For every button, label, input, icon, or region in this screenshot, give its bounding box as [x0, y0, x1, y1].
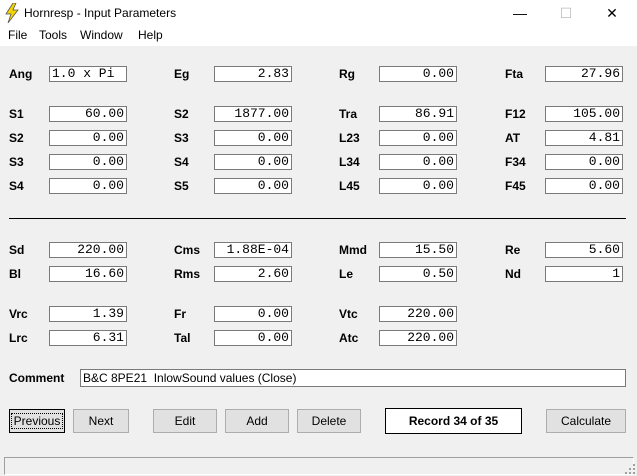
field-fta[interactable]: 27.96	[545, 66, 623, 82]
lightning-bolt-icon	[5, 3, 19, 23]
window-title: Hornresp - Input Parameters	[24, 6, 177, 20]
label-sd: Sd	[9, 243, 25, 257]
field-f45[interactable]: 0.00	[545, 178, 623, 194]
label-tra: Tra	[339, 107, 358, 121]
previous-button-label: Previous	[10, 413, 64, 429]
label-vtc: Vtc	[339, 307, 358, 321]
label-l45: L45	[339, 179, 360, 193]
add-button-label: Add	[246, 414, 268, 428]
calculate-button-label: Calculate	[560, 414, 612, 428]
field-s4[interactable]: 0.00	[214, 154, 292, 170]
maximize-button[interactable]: ☐	[543, 0, 589, 26]
delete-button-label: Delete	[311, 414, 347, 428]
menu-help[interactable]: Help	[138, 28, 163, 42]
label-l23: L23	[339, 131, 360, 145]
field-le[interactable]: 0.50	[379, 266, 457, 282]
field-eg[interactable]: 2.83	[214, 66, 292, 82]
field-tra[interactable]: 86.91	[379, 106, 457, 122]
field-l45[interactable]: 0.00	[379, 178, 457, 194]
field-at[interactable]: 4.81	[545, 130, 623, 146]
field-f34[interactable]: 0.00	[545, 154, 623, 170]
menu-window[interactable]: Window	[80, 28, 123, 42]
field-s2[interactable]: 1877.00	[214, 106, 292, 122]
label-s2: S2	[174, 107, 189, 121]
label-l34: L34	[339, 155, 360, 169]
field-l34[interactable]: 0.00	[379, 154, 457, 170]
delete-button[interactable]: Delete	[297, 409, 361, 433]
status-panel	[4, 457, 634, 475]
add-button[interactable]: Add	[225, 409, 289, 433]
field-rms[interactable]: 2.60	[214, 266, 292, 282]
field-f12[interactable]: 105.00	[545, 106, 623, 122]
label-atc: Atc	[339, 331, 359, 345]
title-bar: Hornresp - Input Parameters — ☐ ✕	[0, 0, 637, 26]
label-s4: S4	[174, 155, 189, 169]
label-tal: Tal	[174, 331, 191, 345]
field-tal[interactable]: 0.00	[214, 330, 292, 346]
menu-tools[interactable]: Tools	[39, 28, 67, 42]
label-s5: S5	[174, 179, 189, 193]
divider	[9, 218, 626, 219]
field-ang[interactable]: 1.0 x Pi	[49, 66, 127, 82]
field-s5[interactable]: 0.00	[214, 178, 292, 194]
next-button[interactable]: Next	[73, 409, 129, 433]
field-lrc[interactable]: 6.31	[49, 330, 127, 346]
label-f34: F34	[505, 155, 526, 169]
menu-file[interactable]: File	[8, 28, 27, 42]
field-nd[interactable]: 1	[545, 266, 623, 282]
menu-bar: File Tools Window Help	[0, 26, 637, 46]
label-fta: Fta	[505, 67, 523, 81]
close-button[interactable]: ✕	[589, 0, 635, 26]
label-lrc: Lrc	[9, 331, 28, 345]
label-rg: Rg	[339, 67, 355, 81]
label-cms: Cms	[174, 243, 201, 257]
field-mmd[interactable]: 15.50	[379, 242, 457, 258]
field-s4-lower[interactable]: 0.00	[49, 178, 127, 194]
label-s3: S3	[174, 131, 189, 145]
label-eg: Eg	[174, 67, 190, 81]
label-re: Re	[505, 243, 521, 257]
field-s3-lower[interactable]: 0.00	[49, 154, 127, 170]
next-button-label: Next	[88, 414, 114, 428]
label-f12: F12	[505, 107, 526, 121]
field-rg[interactable]: 0.00	[379, 66, 457, 82]
edit-button[interactable]: Edit	[153, 409, 217, 433]
label-nd: Nd	[505, 267, 521, 281]
label-le: Le	[339, 267, 354, 281]
edit-button-label: Edit	[174, 414, 196, 428]
minimize-button[interactable]: —	[497, 0, 543, 26]
label-comment: Comment	[9, 371, 65, 385]
label-f45: F45	[505, 179, 526, 193]
comment-field[interactable]: B&C 8PE21 InlowSound values (Close)	[80, 369, 626, 387]
label-bl: Bl	[9, 267, 21, 281]
status-bar	[0, 454, 637, 476]
field-s3[interactable]: 0.00	[214, 130, 292, 146]
label-rms: Rms	[174, 267, 201, 281]
label-fr: Fr	[174, 307, 186, 321]
field-atc[interactable]: 220.00	[379, 330, 457, 346]
field-sd[interactable]: 220.00	[49, 242, 127, 258]
field-s2-lower[interactable]: 0.00	[49, 130, 127, 146]
label-s4: S4	[9, 179, 24, 193]
label-ang: Ang	[9, 67, 33, 81]
input-parameters-panel: Ang 1.0 x Pi Eg 2.83 Rg 0.00 Fta 27.96 S…	[0, 46, 637, 454]
label-mmd: Mmd	[339, 243, 367, 257]
field-bl[interactable]: 16.60	[49, 266, 127, 282]
label-at: AT	[505, 131, 521, 145]
resize-grip-icon[interactable]	[625, 464, 635, 474]
label-s1: S1	[9, 107, 24, 121]
label-s2: S2	[9, 131, 24, 145]
field-l23[interactable]: 0.00	[379, 130, 457, 146]
field-cms[interactable]: 1.88E-04	[214, 242, 292, 258]
field-vtc[interactable]: 220.00	[379, 306, 457, 322]
record-indicator: Record 34 of 35	[385, 408, 522, 434]
field-re[interactable]: 5.60	[545, 242, 623, 258]
field-s1[interactable]: 60.00	[49, 106, 127, 122]
label-vrc: Vrc	[9, 307, 28, 321]
field-vrc[interactable]: 1.39	[49, 306, 127, 322]
field-fr[interactable]: 0.00	[214, 306, 292, 322]
calculate-button[interactable]: Calculate	[546, 409, 626, 433]
label-s3: S3	[9, 155, 24, 169]
previous-button[interactable]: Previous	[9, 409, 65, 433]
